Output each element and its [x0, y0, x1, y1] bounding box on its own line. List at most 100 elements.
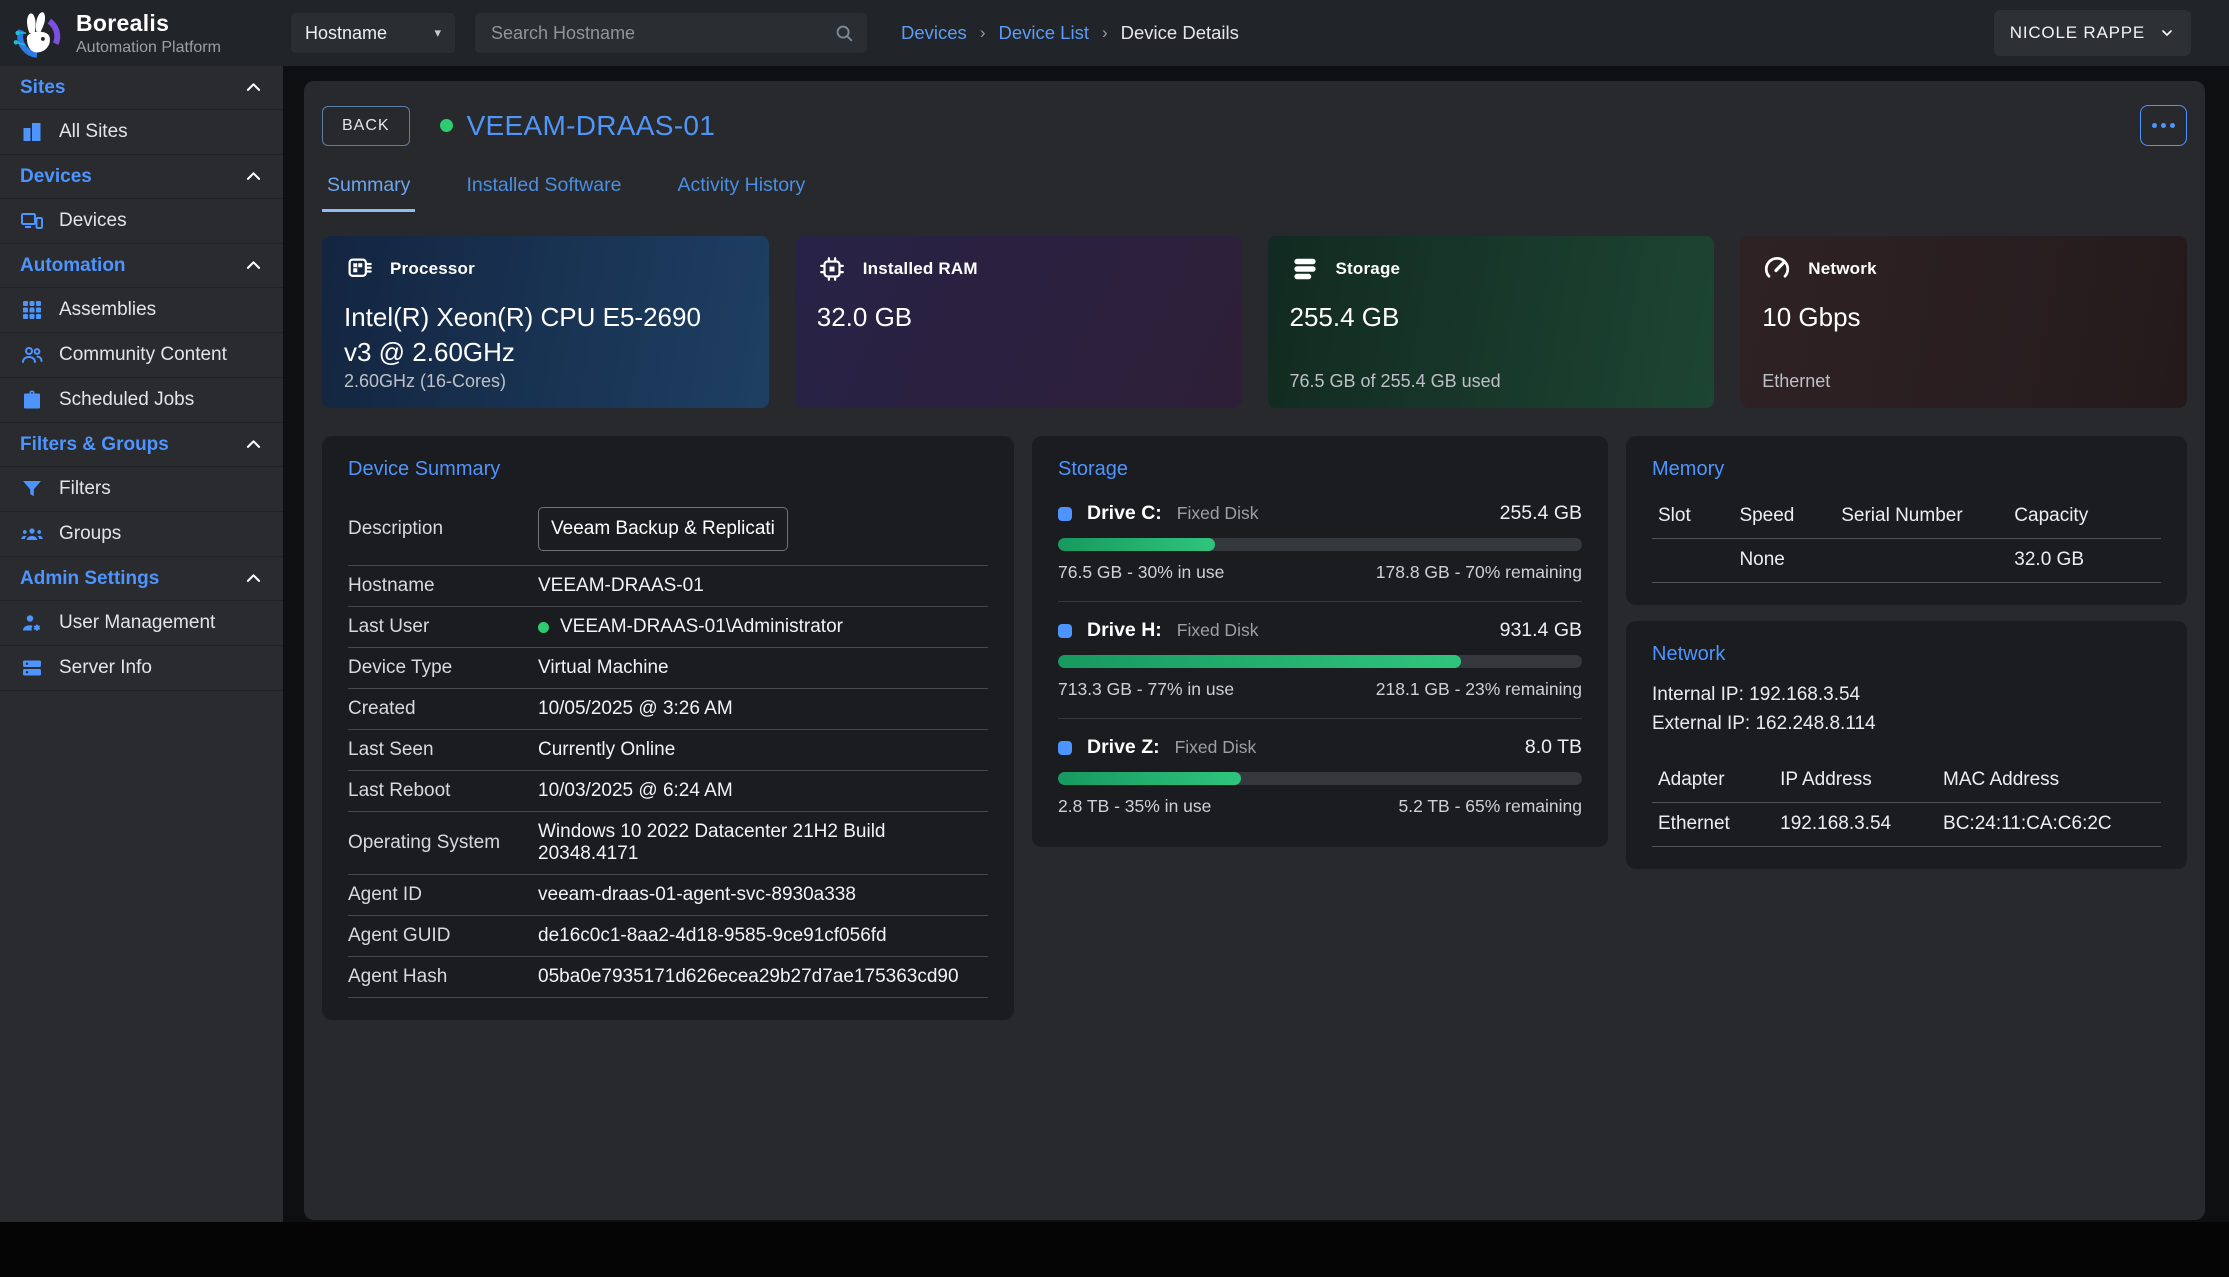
breadcrumb-device-list[interactable]: Device List — [998, 22, 1088, 44]
tab-installed-software[interactable]: Installed Software — [461, 174, 626, 212]
panels-row: Device Summary Description Hostname VEEA… — [322, 436, 2187, 1020]
server-icon — [20, 656, 44, 680]
chevron-up-icon — [244, 167, 263, 186]
chevron-up-icon — [244, 256, 263, 275]
network-panel: Network Internal IP: 192.168.3.54 Extern… — [1626, 621, 2187, 869]
user-menu-button[interactable]: NICOLE RAPPE — [1994, 10, 2191, 56]
sidebar-item-scheduled-jobs[interactable]: Scheduled Jobs — [0, 378, 283, 423]
storage-subtext: 76.5 GB of 255.4 GB used — [1290, 371, 1501, 392]
search-box — [475, 13, 867, 53]
drive-remaining: 5.2 TB - 65% remaining — [1398, 796, 1582, 817]
processor-subtext: 2.60GHz (16-Cores) — [344, 371, 506, 392]
panel-title: Device Summary — [348, 458, 988, 481]
tab-summary[interactable]: Summary — [322, 174, 415, 212]
stat-card-label: Network — [1808, 259, 1876, 279]
drive-row-z: Drive Z: Fixed Disk 8.0 TB 2.8 TB - 35% … — [1058, 719, 1582, 825]
gauge-icon — [1762, 254, 1792, 284]
drive-icon — [1058, 741, 1072, 755]
processor-value: Intel(R) Xeon(R) CPU E5-2690 v3 @ 2.60GH… — [344, 300, 727, 370]
section-label: Devices — [20, 166, 92, 188]
brand-name: Borealis — [76, 10, 221, 37]
cpu-icon — [344, 254, 374, 284]
sidebar-item-label: Devices — [59, 210, 127, 232]
online-status-icon — [538, 622, 549, 633]
briefcase-icon — [20, 388, 44, 412]
summary-row-agent-id: Agent ID veeam-draas-01-agent-svc-8930a3… — [348, 875, 988, 916]
breadcrumb-separator-icon: › — [980, 23, 986, 43]
ram-value: 32.0 GB — [817, 300, 1200, 335]
storage-panel: Storage Drive C: Fixed Disk 255.4 GB 76.… — [1032, 436, 1608, 847]
chevron-down-icon — [2159, 25, 2175, 41]
summary-row-agent-guid: Agent GUID de16c0c1-8aa2-4d18-9585-9ce91… — [348, 916, 988, 957]
sidebar-item-groups[interactable]: Groups — [0, 512, 283, 557]
memory-table: Slot Speed Serial Number Capacity None 3… — [1652, 495, 2161, 583]
groups-icon — [20, 522, 44, 546]
ellipsis-icon — [2152, 123, 2157, 128]
memory-table-header: Slot Speed Serial Number Capacity — [1652, 495, 2161, 539]
summary-row-hostname: Hostname VEEAM-DRAAS-01 — [348, 566, 988, 607]
storage-stack-icon — [1290, 254, 1320, 284]
drive-used: 2.8 TB - 35% in use — [1058, 796, 1211, 817]
search-filter-select[interactable]: Hostname ▾ — [291, 13, 455, 53]
sidebar-item-label: Assemblies — [59, 299, 156, 321]
device-details-card: BACK VEEAM-DRAAS-01 Summary Installed So… — [304, 81, 2205, 1220]
filter-icon — [20, 477, 44, 501]
sidebar-item-filters[interactable]: Filters — [0, 467, 283, 512]
chevron-up-icon — [244, 78, 263, 97]
sidebar-section-devices[interactable]: Devices — [0, 155, 283, 199]
sidebar-item-server-info[interactable]: Server Info — [0, 646, 283, 691]
network-table-row: Ethernet 192.168.3.54 BC:24:11:CA:C6:2C — [1652, 803, 2161, 847]
internal-ip: Internal IP: 192.168.3.54 — [1652, 680, 2161, 709]
summary-row-agent-hash: Agent Hash 05ba0e7935171d626ecea29b27d7a… — [348, 957, 988, 998]
brand-subtitle: Automation Platform — [76, 39, 221, 57]
right-column: Memory Slot Speed Serial Number Capacity… — [1626, 436, 2187, 869]
section-label: Filters & Groups — [20, 434, 169, 456]
storage-value: 255.4 GB — [1290, 300, 1673, 335]
network-table-header: Adapter IP Address MAC Address — [1652, 759, 2161, 803]
panel-title: Storage — [1058, 458, 1582, 481]
storage-card: Storage 255.4 GB 76.5 GB of 255.4 GB use… — [1268, 236, 1715, 408]
sidebar-section-filters-groups[interactable]: Filters & Groups — [0, 423, 283, 467]
summary-row-last-user: Last User VEEAM-DRAAS-01\Administrator — [348, 607, 988, 648]
drive-usage-bar — [1058, 655, 1582, 668]
memory-panel: Memory Slot Speed Serial Number Capacity… — [1626, 436, 2187, 605]
sidebar-item-label: Scheduled Jobs — [59, 389, 194, 411]
sidebar-section-sites[interactable]: Sites — [0, 66, 283, 110]
drive-icon — [1058, 507, 1072, 521]
chevron-down-icon: ▾ — [434, 25, 441, 41]
section-label: Sites — [20, 77, 65, 99]
sidebar-item-community-content[interactable]: Community Content — [0, 333, 283, 378]
drive-remaining: 218.1 GB - 23% remaining — [1376, 679, 1582, 700]
sidebar-section-admin-settings[interactable]: Admin Settings — [0, 557, 283, 601]
people-icon — [20, 343, 44, 367]
sidebar-item-assemblies[interactable]: Assemblies — [0, 288, 283, 333]
user-name: NICOLE RAPPE — [2010, 23, 2145, 43]
sidebar-item-label: Server Info — [59, 657, 152, 679]
drive-used: 713.3 GB - 77% in use — [1058, 679, 1234, 700]
sidebar-item-user-management[interactable]: User Management — [0, 601, 283, 646]
summary-row-last-reboot: Last Reboot 10/03/2025 @ 6:24 AM — [348, 771, 988, 812]
external-ip: External IP: 162.248.8.114 — [1652, 709, 2161, 738]
processor-card: Processor Intel(R) Xeon(R) CPU E5-2690 v… — [322, 236, 769, 408]
panel-title: Memory — [1652, 458, 2161, 481]
stat-card-label: Processor — [390, 259, 475, 279]
summary-row-device-type: Device Type Virtual Machine — [348, 648, 988, 689]
section-label: Automation — [20, 255, 126, 277]
user-gear-icon — [20, 611, 44, 635]
back-button[interactable]: BACK — [322, 106, 410, 146]
more-options-button[interactable] — [2140, 105, 2187, 146]
sidebar-item-devices[interactable]: Devices — [0, 199, 283, 244]
drive-row-c: Drive C: Fixed Disk 255.4 GB 76.5 GB - 3… — [1058, 485, 1582, 602]
memory-table-row: None 32.0 GB — [1652, 539, 2161, 583]
brand: Borealis Automation Platform — [0, 6, 283, 60]
sidebar-section-automation[interactable]: Automation — [0, 244, 283, 288]
breadcrumb-devices[interactable]: Devices — [901, 22, 967, 44]
sidebar-item-label: User Management — [59, 612, 215, 634]
search-input[interactable] — [491, 23, 833, 44]
ram-chip-icon — [817, 254, 847, 284]
sidebar-item-all-sites[interactable]: All Sites — [0, 110, 283, 155]
description-input[interactable] — [538, 507, 788, 551]
panel-title: Network — [1652, 643, 2161, 666]
network-table: Adapter IP Address MAC Address Ethernet … — [1652, 759, 2161, 847]
tab-activity-history[interactable]: Activity History — [672, 174, 810, 212]
